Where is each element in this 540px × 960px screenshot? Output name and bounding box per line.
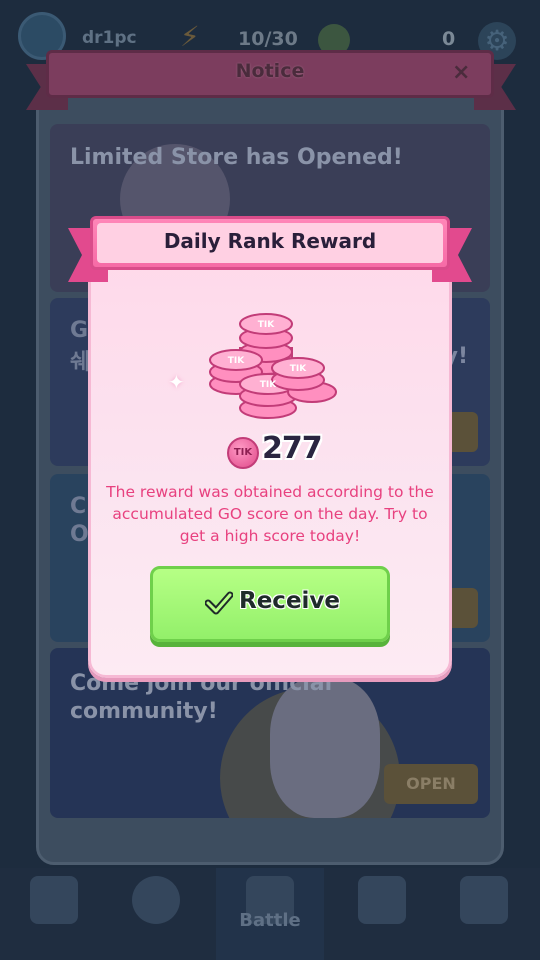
svg-text:TIK: TIK	[260, 380, 277, 390]
svg-text:TIK: TIK	[228, 356, 245, 366]
ranking-icon	[358, 876, 406, 924]
energy-counter: 10/30	[238, 28, 298, 50]
reward-description: The reward was obtained according to the…	[106, 483, 434, 545]
tik-currency-icon: TIK	[227, 437, 259, 469]
svg-text:TIK: TIK	[290, 364, 307, 374]
shop-icon	[30, 876, 78, 924]
notice-card-title: O	[70, 522, 89, 547]
nav-item-shop[interactable]	[8, 868, 98, 960]
character-icon	[132, 876, 180, 924]
nav-item-character[interactable]	[110, 868, 200, 960]
lightning-icon: ⚡	[180, 20, 200, 53]
nav-item-ranking[interactable]	[336, 868, 426, 960]
notice-card-title: Come join our official community!	[70, 671, 333, 724]
notice-card-title: C	[70, 494, 87, 519]
coin-counter: 0	[442, 28, 456, 50]
notice-title: Notice	[235, 60, 305, 82]
bottom-nav: Battle	[0, 868, 540, 960]
nav-item-battle[interactable]: Battle	[216, 868, 324, 960]
receive-button-label: Receive	[239, 588, 341, 614]
coin-stack-icon: TIK TIK TIK TIK	[209, 313, 337, 419]
sparkle-icon: ✦	[168, 370, 185, 394]
nav-battle-label: Battle	[239, 910, 301, 931]
notice-card-title: Limited Store has Opened!	[70, 145, 403, 170]
checkmark-icon	[205, 591, 233, 615]
nav-item-mail[interactable]	[438, 868, 528, 960]
modal-title: Daily Rank Reward	[163, 229, 377, 253]
player-name: dr1pc	[82, 28, 137, 48]
svg-text:TIK: TIK	[258, 320, 275, 330]
close-icon[interactable]: ×	[452, 60, 470, 85]
notice-card-title: G	[70, 318, 89, 343]
open-button[interactable]: OPEN	[384, 764, 478, 804]
reward-amount: 277	[262, 431, 323, 466]
mail-icon	[460, 876, 508, 924]
receive-button[interactable]: Receive	[150, 566, 390, 642]
